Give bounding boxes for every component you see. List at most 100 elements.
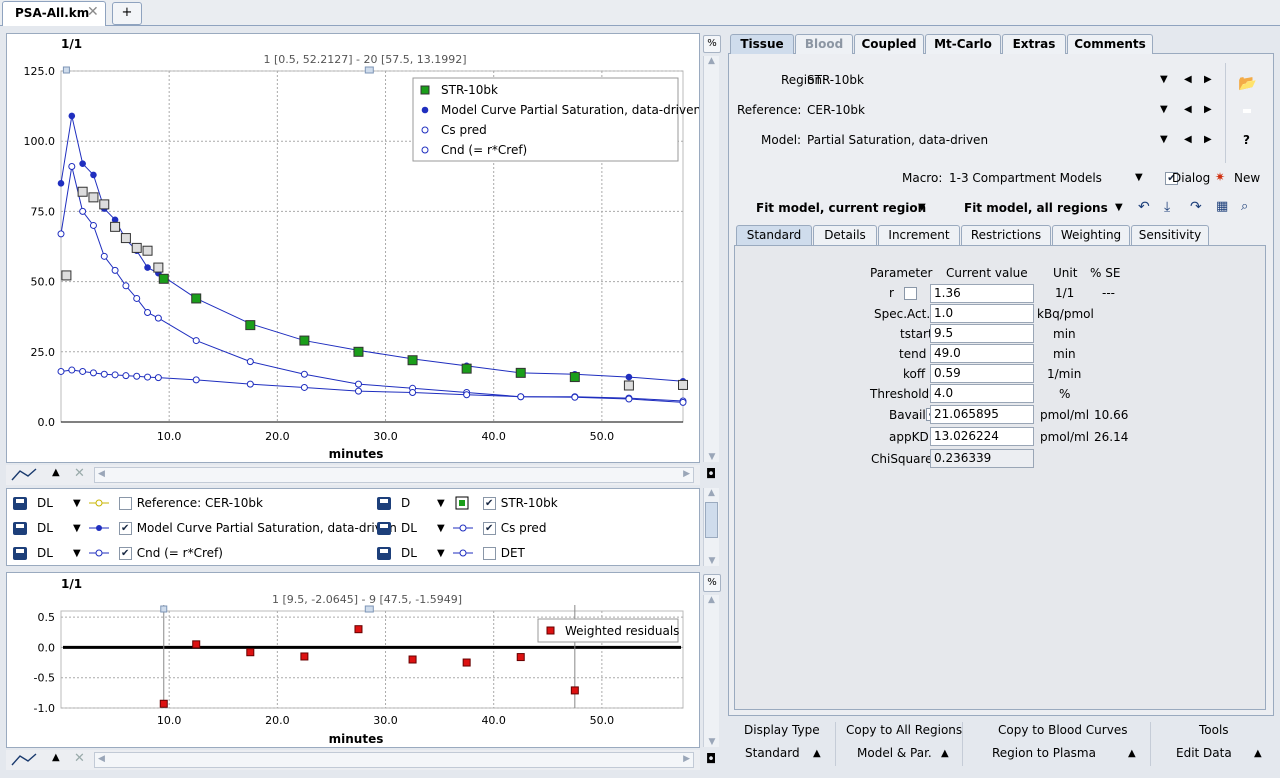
fit-all-dropdown-icon[interactable]: ▼ (1115, 202, 1123, 213)
curve-checkbox[interactable] (482, 496, 496, 510)
curve-style-icon[interactable] (10, 752, 38, 768)
tab-coupled[interactable]: Coupled (854, 34, 924, 54)
save-icon[interactable] (377, 521, 391, 535)
region-to-plasma-button[interactable]: Region to Plasma (992, 746, 1096, 760)
undo-icon[interactable]: ↶ (1138, 199, 1150, 215)
remove-icon[interactable]: ✕ (74, 466, 85, 481)
mode-dropdown-icon[interactable]: ▼ (437, 498, 445, 509)
save-icon[interactable] (377, 496, 391, 510)
scroll-down-icon[interactable]: ▼ (704, 737, 720, 747)
prev-model-icon[interactable]: ◀ (1184, 134, 1192, 145)
prev-reference-icon[interactable]: ◀ (1184, 104, 1192, 115)
tab-sensitivity[interactable]: Sensitivity (1131, 225, 1209, 245)
edit-data-button[interactable]: Edit Data (1176, 746, 1232, 760)
tab-weighting[interactable]: Weighting (1052, 225, 1130, 245)
remove-icon[interactable]: ✕ (74, 751, 85, 766)
display-type-select[interactable]: Standard (745, 746, 800, 760)
mode-dropdown-icon[interactable]: ▼ (437, 523, 445, 534)
residual-plot-vscroll[interactable]: ▲ ▼ (703, 595, 719, 747)
curve-style-icon[interactable] (10, 467, 38, 483)
residual-plot-hscroll[interactable]: ◀ ▶ (94, 752, 694, 768)
param-value-input[interactable]: 1.36 (930, 284, 1034, 303)
param-value-input[interactable]: 0.59 (930, 364, 1034, 383)
tab-increment[interactable]: Increment (878, 225, 960, 245)
curve-checkbox[interactable] (118, 496, 132, 510)
scroll-up-icon[interactable]: ▲ (704, 488, 719, 498)
reset-zoom-icon[interactable]: ◘ (706, 467, 716, 482)
param-value-input[interactable]: 4.0 (930, 384, 1034, 403)
tab-tissue[interactable]: Tissue (730, 34, 794, 54)
inspect-icon[interactable]: ⌕ (1241, 199, 1248, 214)
tab-blood[interactable]: Blood (795, 34, 853, 54)
scroll-right-icon[interactable]: ▶ (683, 469, 690, 479)
fit-current-dropdown-icon[interactable]: ▼ (918, 202, 926, 213)
file-tab[interactable]: PSA-All.km ✕ (2, 1, 106, 26)
mode-dropdown-icon[interactable]: ▼ (73, 523, 81, 534)
param-value-input[interactable]: 9.5 (930, 324, 1034, 343)
next-reference-icon[interactable]: ▶ (1204, 104, 1212, 115)
model-dropdown-icon[interactable]: ▼ (1160, 134, 1168, 145)
prev-region-icon[interactable]: ◀ (1184, 74, 1192, 85)
curve-checkbox[interactable] (118, 546, 132, 560)
curve-checkbox[interactable] (482, 521, 496, 535)
param-value-input[interactable]: 1.0 (930, 304, 1034, 323)
close-tab-icon[interactable]: ✕ (87, 4, 99, 20)
curve-checkbox[interactable] (118, 521, 132, 535)
param-value-input[interactable]: 21.065895 (930, 405, 1034, 424)
mode-dropdown-icon[interactable]: ▼ (437, 548, 445, 559)
reset-zoom-icon[interactable]: ◘ (706, 752, 716, 767)
percent-button-residual[interactable]: % (703, 574, 721, 592)
fit-current-button[interactable]: Fit model, current region (756, 201, 926, 215)
param-value-input[interactable]: 49.0 (930, 344, 1034, 363)
next-model-icon[interactable]: ▶ (1204, 134, 1212, 145)
save-icon[interactable] (13, 496, 27, 510)
save-icon[interactable] (377, 546, 391, 560)
up-icon[interactable]: ▲ (52, 752, 60, 763)
main-plot-vscroll[interactable]: ▲ ▼ (703, 56, 719, 462)
edit-data-up-icon[interactable]: ▲ (1254, 748, 1262, 759)
tab-comments[interactable]: Comments (1067, 34, 1153, 54)
copy-to-all-regions-button[interactable]: Copy to All Regions (846, 723, 962, 737)
region-dropdown-icon[interactable]: ▼ (1160, 74, 1168, 85)
region-select[interactable]: STR-10bk (807, 73, 864, 87)
scroll-left-icon[interactable]: ◀ (98, 754, 105, 764)
tab-mt-carlo[interactable]: Mt-Carlo (925, 34, 1001, 54)
up-icon[interactable]: ▲ (52, 467, 60, 478)
tab-extras[interactable]: Extras (1002, 34, 1066, 54)
scroll-right-icon[interactable]: ▶ (683, 754, 690, 764)
tab-standard[interactable]: Standard (736, 225, 812, 245)
help-icon[interactable]: ? (1243, 133, 1250, 147)
reference-select[interactable]: CER-10bk (807, 103, 865, 117)
curve-checkbox[interactable] (482, 546, 496, 560)
save-icon[interactable] (13, 546, 27, 560)
new-tab-button[interactable]: + (112, 2, 142, 25)
macro-select[interactable]: 1-3 Compartment Models (949, 171, 1102, 185)
model-select[interactable]: Partial Saturation, data-driven (807, 133, 988, 147)
reference-dropdown-icon[interactable]: ▼ (1160, 104, 1168, 115)
param-fit-checkbox[interactable] (903, 287, 917, 300)
open-folder-icon[interactable]: 📂 (1238, 74, 1257, 92)
download-icon[interactable]: ⤓ (1164, 199, 1170, 215)
mode-dropdown-icon[interactable]: ▼ (73, 548, 81, 559)
display-type-up-icon[interactable]: ▲ (813, 748, 821, 759)
macro-dropdown-icon[interactable]: ▼ (1135, 172, 1143, 183)
redo-icon[interactable]: ↷ (1190, 199, 1202, 215)
new-macro-icon[interactable]: ✷ (1215, 170, 1225, 184)
model-par-up-icon[interactable]: ▲ (941, 748, 949, 759)
scroll-up-icon[interactable]: ▲ (704, 56, 719, 66)
next-region-icon[interactable]: ▶ (1204, 74, 1212, 85)
fit-all-button[interactable]: Fit model, all regions (964, 201, 1108, 215)
tab-restrictions[interactable]: Restrictions (961, 225, 1051, 245)
scroll-down-icon[interactable]: ▼ (704, 452, 720, 462)
percent-button-main[interactable]: % (703, 35, 721, 53)
tab-details[interactable]: Details (813, 225, 877, 245)
new-macro-button[interactable]: New (1234, 171, 1260, 185)
scroll-up-icon[interactable]: ▲ (704, 595, 719, 605)
save-icon[interactable] (13, 521, 27, 535)
param-value-input[interactable]: 13.026224 (930, 427, 1034, 446)
scroll-left-icon[interactable]: ◀ (98, 469, 105, 479)
region-plasma-up-icon[interactable]: ▲ (1128, 748, 1136, 759)
scroll-down-icon[interactable]: ▼ (704, 556, 720, 566)
model-par-button[interactable]: Model & Par. (857, 746, 932, 760)
main-plot-hscroll[interactable]: ◀ ▶ (94, 467, 694, 483)
